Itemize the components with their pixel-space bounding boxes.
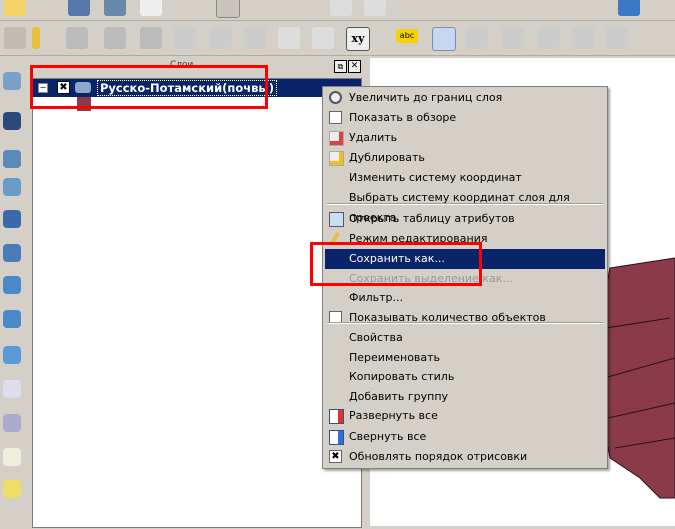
- menu-item-label: Фильтр...: [349, 291, 404, 304]
- menu-item[interactable]: Копировать стиль: [325, 367, 605, 387]
- menu-item[interactable]: ✖ Обновлять порядок отрисовки: [325, 447, 605, 467]
- open-project-icon[interactable]: [4, 0, 26, 16]
- menu-separator: [327, 322, 603, 324]
- add-oracle-icon[interactable]: [3, 244, 21, 262]
- cut-icon[interactable]: [244, 27, 266, 49]
- add-raster-icon[interactable]: [3, 112, 21, 130]
- menu-item-label: Добавить группу: [349, 390, 449, 403]
- checkbox-icon: [329, 111, 342, 124]
- annotation-box-layer: [30, 65, 268, 109]
- menu-item-label: Обновлять порядок отрисовки: [349, 450, 528, 463]
- menu-item[interactable]: Свернуть все: [325, 427, 605, 447]
- expand-all-icon: [329, 409, 344, 424]
- menu-item[interactable]: Открыть таблицу атрибутов: [325, 209, 605, 229]
- add-postgis-icon[interactable]: [3, 150, 21, 168]
- remove-layer-icon: [329, 131, 344, 146]
- add-wfs-icon[interactable]: [3, 346, 21, 364]
- zoom-in-icon[interactable]: [330, 0, 352, 16]
- copy-icon[interactable]: [278, 27, 300, 49]
- pan-icon[interactable]: [216, 0, 240, 18]
- label-show-icon[interactable]: [502, 27, 524, 49]
- menu-item-label: Открыть таблицу атрибутов: [349, 212, 515, 225]
- save-edits-icon[interactable]: [66, 27, 88, 49]
- menu-item[interactable]: Добавить группу: [325, 387, 605, 407]
- menu-item-label: Дублировать: [349, 151, 425, 164]
- add-vector-icon[interactable]: [3, 72, 21, 90]
- layer-tree: − ✖ Русско-Потамский(почвы): [32, 78, 362, 528]
- menu-item[interactable]: Развернуть все: [325, 406, 605, 426]
- add-feature-icon[interactable]: [104, 27, 126, 49]
- main-toolbar: [0, 0, 675, 21]
- menu-item-label: Переименовать: [349, 351, 441, 364]
- menu-item[interactable]: Удалить: [325, 128, 605, 148]
- label-rotate-icon[interactable]: [538, 27, 560, 49]
- add-group-icon[interactable]: [3, 480, 21, 498]
- duplicate-layer-icon: [329, 151, 344, 166]
- zoom-layer-icon: [329, 91, 342, 104]
- menu-item-label: Удалить: [349, 131, 398, 144]
- menu-item-label: Увеличить до границ слоя: [349, 91, 503, 104]
- save-project-icon[interactable]: [68, 0, 90, 16]
- label-abc-icon[interactable]: abc: [396, 29, 418, 43]
- label-change-icon[interactable]: [572, 27, 594, 49]
- add-spatialite-icon[interactable]: [3, 178, 21, 196]
- move-feature-icon[interactable]: [140, 27, 162, 49]
- attribute-table-icon: [329, 212, 344, 227]
- digitize-icon[interactable]: [4, 27, 26, 49]
- menu-item-label: Показать в обзоре: [349, 111, 457, 124]
- label-edit-icon[interactable]: [606, 27, 628, 49]
- add-mssql-icon[interactable]: [3, 210, 21, 228]
- refresh-icon[interactable]: [618, 0, 640, 16]
- menu-item[interactable]: Показывать количество объектов: [325, 308, 605, 328]
- close-panel-button[interactable]: ✕: [348, 60, 361, 73]
- annotation-box-save-as: [310, 242, 482, 286]
- label-pin-icon[interactable]: [432, 27, 456, 51]
- add-wms-icon[interactable]: [3, 276, 21, 294]
- menu-item-label: Развернуть все: [349, 409, 438, 422]
- float-panel-button[interactable]: ⧉: [334, 60, 347, 73]
- menu-item-label: Свойства: [349, 331, 403, 344]
- edit-toolbar: xy abc: [0, 21, 675, 56]
- collapse-all-icon: [329, 430, 344, 445]
- delete-selected-icon[interactable]: [210, 27, 232, 49]
- save-as-icon[interactable]: [104, 0, 126, 16]
- menu-item[interactable]: Увеличить до границ слоя: [325, 88, 605, 108]
- menu-item-label: Свернуть все: [349, 430, 427, 443]
- add-delimited-icon[interactable]: [3, 380, 21, 398]
- menu-item[interactable]: Свойства: [325, 328, 605, 348]
- menu-item-label: Изменить систему координат: [349, 171, 522, 184]
- xy-icon[interactable]: xy: [346, 27, 370, 51]
- add-geometry-icon[interactable]: [3, 448, 21, 466]
- menu-item[interactable]: Переименовать: [325, 348, 605, 368]
- label-move-icon[interactable]: [466, 27, 488, 49]
- menu-item[interactable]: Показать в обзоре: [325, 108, 605, 128]
- new-layout-icon[interactable]: [140, 0, 162, 16]
- menu-item[interactable]: Дублировать: [325, 148, 605, 168]
- menu-item[interactable]: Фильтр...: [325, 288, 605, 308]
- checked-checkbox-icon: ✖: [329, 450, 342, 463]
- pencil-icon[interactable]: [32, 27, 40, 49]
- add-wcs-icon[interactable]: [3, 310, 21, 328]
- node-tool-icon[interactable]: [174, 27, 196, 49]
- zoom-out-icon[interactable]: [364, 0, 386, 16]
- menu-separator: [327, 203, 603, 205]
- menu-item-label: Показывать количество объектов: [349, 311, 546, 324]
- layer-toolbar: [0, 58, 28, 526]
- menu-item[interactable]: Выбрать систему координат слоя для проек…: [325, 188, 605, 224]
- menu-item[interactable]: Изменить систему координат: [325, 168, 605, 188]
- new-layer-icon[interactable]: [3, 414, 21, 432]
- paste-icon[interactable]: [312, 27, 334, 49]
- menu-item-label: Копировать стиль: [349, 370, 455, 383]
